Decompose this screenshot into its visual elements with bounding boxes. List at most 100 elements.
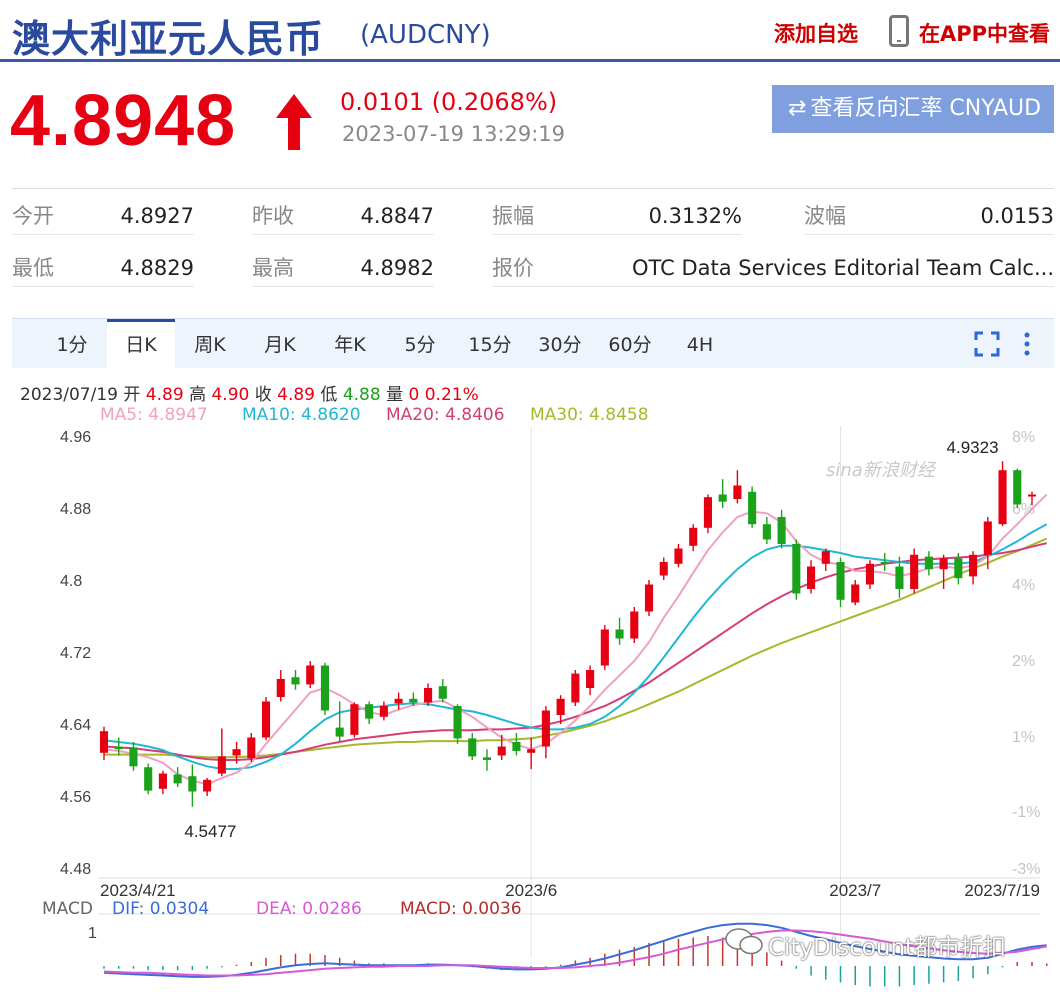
- candle-body: [438, 686, 447, 699]
- stat-label: 最低: [12, 256, 54, 280]
- candle-body: [261, 701, 271, 738]
- y-tick-label: 4.48: [60, 861, 91, 878]
- view-in-app-button[interactable]: 在APP中查看: [919, 18, 1050, 48]
- candle-body: [468, 738, 477, 757]
- x-tick-label: 2023/7: [829, 881, 881, 900]
- tab-5min[interactable]: 5分: [390, 319, 450, 369]
- swap-icon: ⇄: [788, 96, 807, 121]
- tab-daily-k[interactable]: 日K: [107, 319, 175, 369]
- candle-body: [114, 746, 123, 750]
- tab-60min[interactable]: 60分: [600, 319, 660, 369]
- pct-tick-label: 1%: [1012, 729, 1035, 746]
- candle-body: [939, 558, 948, 570]
- candle-body: [836, 562, 845, 600]
- annotation-label: 4.9323: [947, 438, 999, 457]
- candle-body: [1027, 494, 1037, 497]
- candle-body: [453, 706, 462, 739]
- x-tick-label: 2023/6: [505, 881, 557, 900]
- candle-body: [203, 779, 212, 792]
- candle-body: [497, 746, 506, 756]
- candle-body: [247, 737, 256, 759]
- tab-4h[interactable]: 4H: [670, 319, 730, 369]
- candle-body: [895, 566, 904, 589]
- candle-body: [777, 517, 786, 544]
- stat-high: 最高 4.8982: [252, 241, 434, 287]
- candle-body: [158, 773, 167, 789]
- x-tick-label: 2023/4/21: [100, 881, 176, 900]
- y-tick-label: 4.56: [60, 789, 91, 806]
- candle-body: [291, 677, 300, 685]
- candle-body: [630, 611, 639, 639]
- candle-body: [865, 563, 875, 585]
- candle-body: [379, 706, 388, 717]
- tab-15min[interactable]: 15分: [460, 319, 520, 369]
- tab-1min[interactable]: 1分: [42, 319, 102, 369]
- ma5-line: [103, 493, 1048, 786]
- pct-tick-label: 8%: [1012, 429, 1035, 446]
- stat-label: 昨收: [252, 204, 294, 228]
- candle-body: [276, 679, 285, 697]
- macd-axis-label: 1: [88, 925, 97, 942]
- add-favorite-button[interactable]: 添加自选: [774, 18, 858, 48]
- fullscreen-icon[interactable]: [974, 331, 1000, 357]
- candle-body: [703, 497, 712, 528]
- candle-body: [983, 521, 992, 555]
- stat-label: 波幅: [804, 204, 846, 228]
- macd-dea: DEA: 0.0286: [256, 899, 362, 919]
- stat-value: 4.8982: [360, 256, 434, 280]
- stat-value: 4.8927: [120, 204, 194, 228]
- reverse-rate-button[interactable]: ⇄ 查看反向汇率 CNYAUD: [772, 85, 1054, 133]
- reverse-rate-label: 查看反向汇率 CNYAUD: [810, 96, 1042, 121]
- candle-body: [556, 698, 565, 715]
- candle-body: [217, 756, 226, 774]
- candle-body: [365, 704, 374, 719]
- candle-body: [482, 757, 492, 760]
- candle-body: [806, 566, 816, 589]
- stat-label: 报价: [492, 256, 534, 280]
- candle-body: [659, 562, 668, 576]
- period-tabs: 1分 日K 周K 月K 年K 5分 15分 30分 60分 4H: [12, 318, 1054, 369]
- current-price: 4.8948: [10, 81, 237, 161]
- pct-tick-label: 4%: [1012, 577, 1035, 594]
- tab-yearly-k[interactable]: 年K: [320, 319, 380, 369]
- tab-30min[interactable]: 30分: [530, 319, 590, 369]
- candle-body: [615, 629, 624, 639]
- tab-monthly-k[interactable]: 月K: [250, 319, 310, 369]
- y-tick-label: 4.8: [60, 573, 82, 590]
- stat-quote-source: 报价 OTC Data Services Editorial Team Calc.…: [492, 241, 1054, 287]
- stat-amplitude: 振幅 0.3132%: [492, 189, 742, 235]
- pct-tick-label: -1%: [1012, 804, 1040, 821]
- candle-body: [306, 665, 315, 685]
- candle-body: [571, 673, 580, 703]
- candle-body: [188, 776, 197, 792]
- candle-body: [998, 470, 1007, 525]
- candle-body: [394, 698, 403, 704]
- stat-range: 波幅 0.0153: [804, 189, 1054, 235]
- macd-title: MACD: [42, 899, 93, 919]
- stat-value: 4.8829: [120, 256, 194, 280]
- pct-tick-label: 2%: [1012, 653, 1035, 670]
- stat-label: 振幅: [492, 204, 534, 228]
- stat-open: 今开 4.8927: [12, 189, 194, 235]
- candle-body: [880, 562, 889, 564]
- price-change: 0.0101 (0.2068%): [340, 88, 558, 116]
- candle-body: [99, 731, 109, 753]
- candle-body: [350, 704, 359, 735]
- y-tick-label: 4.72: [60, 645, 91, 662]
- page-title: 澳大利亚元人民币: [12, 17, 325, 61]
- symbol-code: (AUDCNY): [360, 20, 491, 50]
- stat-value: 0.3132%: [648, 204, 742, 228]
- candle-body: [409, 698, 418, 703]
- phone-icon: [889, 15, 909, 47]
- stat-value: OTC Data Services Editorial Team Calc...: [632, 256, 1054, 280]
- y-tick-label: 4.88: [60, 501, 91, 518]
- watermark: CityDiscount都市折扣: [768, 935, 1007, 961]
- candle-body: [541, 710, 550, 747]
- candle-body: [173, 774, 182, 784]
- y-tick-label: 4.64: [60, 717, 91, 734]
- candle-body: [144, 767, 153, 791]
- more-options-icon[interactable]: [1022, 331, 1032, 357]
- pct-tick-label: -3%: [1012, 861, 1040, 878]
- candle-body: [232, 749, 241, 756]
- tab-weekly-k[interactable]: 周K: [180, 319, 240, 369]
